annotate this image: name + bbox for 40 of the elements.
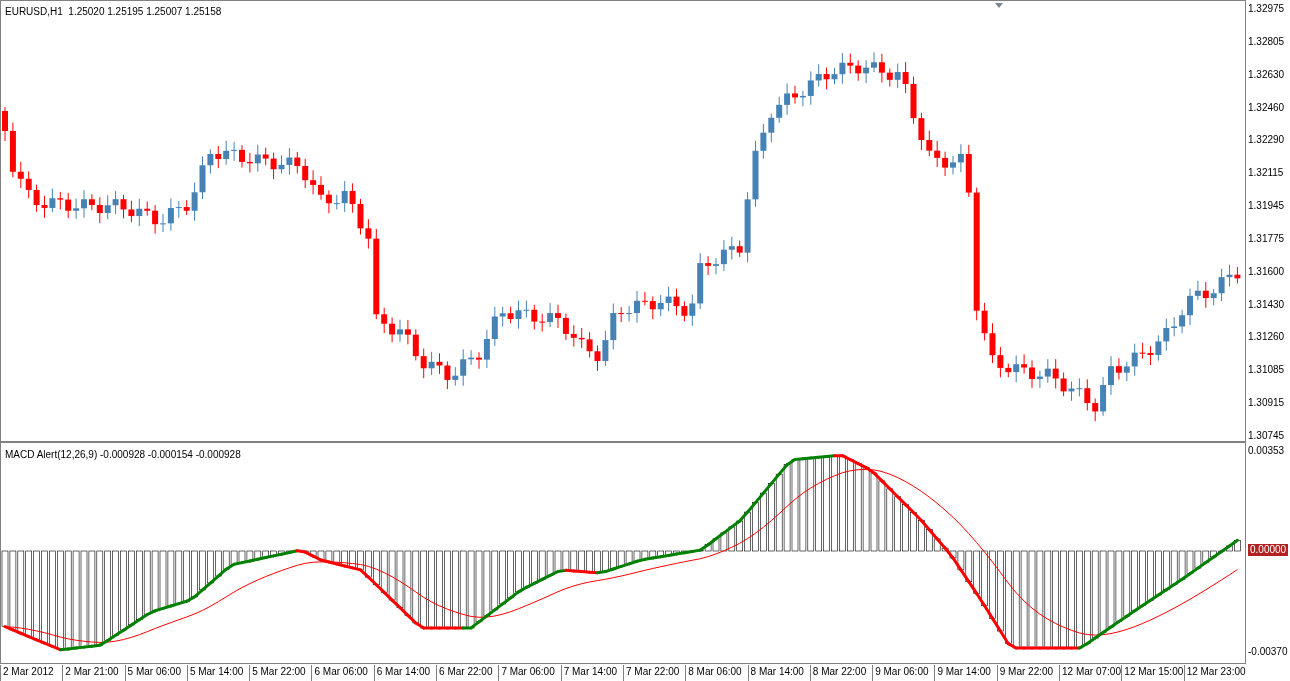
price-axis-label: 1.32290 [1248,134,1286,147]
time-axis-label: 5 Mar 06:00 [124,665,187,681]
time-axis-label: 2 Mar 2012 [0,665,63,681]
time-axis-label: 12 Mar 23:00 [1183,665,1246,681]
time-axis-label: 9 Mar 06:00 [872,665,935,681]
price-axis-label: 1.31600 [1248,265,1286,278]
time-axis-label: 7 Mar 06:00 [498,665,561,681]
indicator-axis-label: 0.00353 [1248,445,1286,457]
price-axis-label: 1.32460 [1248,101,1286,114]
price-axis-label: 1.32115 [1248,167,1285,180]
time-axis-label: 8 Mar 14:00 [747,665,810,681]
price-axis-label: 1.31085 [1248,364,1286,377]
price-axis-label: 1.31775 [1248,232,1286,245]
time-axis-label: 6 Mar 06:00 [311,665,374,681]
time-axis-label: 7 Mar 22:00 [622,665,686,681]
price-axis-label: 1.32975 [1248,3,1286,15]
price-axis-label: 1.30915 [1248,397,1286,410]
price-axis-label: 1.32630 [1248,68,1286,81]
time-axis-label: 6 Mar 14:00 [373,665,437,681]
time-axis-label: 9 Mar 22:00 [996,665,1060,681]
indicator-axis-label: -0.00370 [1248,646,1289,658]
price-axis-label: 1.32805 [1248,35,1286,48]
time-axis-label: 12 Mar 07:00 [1059,665,1122,681]
price-axis-label: 1.31260 [1248,331,1286,344]
time-axis-label: 8 Mar 06:00 [685,665,748,681]
time-axis-label: 2 Mar 21:00 [62,665,125,681]
time-axis-label: 9 Mar 14:00 [934,665,997,681]
price-axis-label: 1.31945 [1248,200,1286,213]
chart-title: EURUSD,H1 1.25020 1.25195 1.25007 1.25158 [5,5,222,19]
price-axis-label: 1.30745 [1248,429,1286,442]
price-axis-label: 1.31430 [1248,298,1286,311]
shift-marker-icon [995,3,1003,8]
time-axis-label: 5 Mar 14:00 [186,665,250,681]
time-axis-label: 8 Mar 22:00 [809,665,873,681]
time-axis-label: 7 Mar 14:00 [560,665,623,681]
time-axis-label: 5 Mar 22:00 [249,665,312,681]
time-axis-label: 6 Mar 22:00 [436,665,499,681]
time-axis-label: 12 Mar 15:00 [1121,665,1184,681]
current-value-label: 0.00000 [1248,544,1289,556]
indicator-title: MACD Alert(12,26,9) -0.000928 -0.000154 -0.000928 [5,448,241,462]
